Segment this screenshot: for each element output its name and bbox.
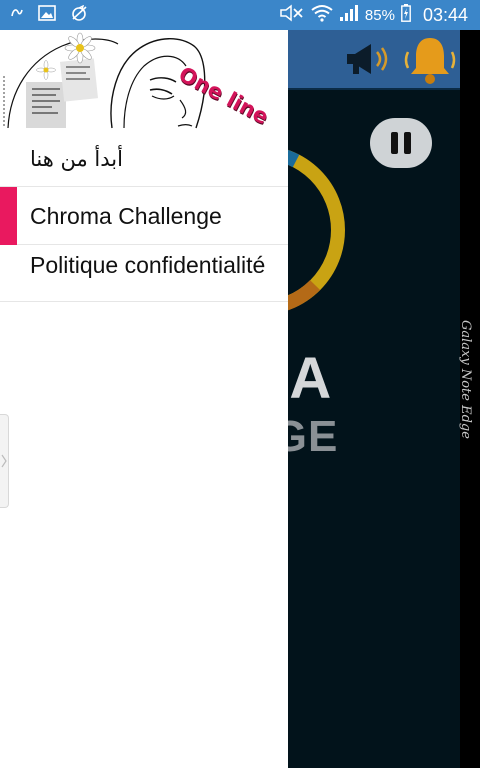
menu-item-label: أبدأ من هنا <box>30 147 123 171</box>
menu-item-label: Chroma Challenge <box>30 203 222 229</box>
clock: 03:44 <box>422 4 468 25</box>
drawer-menu: أبدأ من هنا Chroma Challenge Politique c… <box>0 130 288 302</box>
device-edge-label: Galaxy Note Edge <box>458 320 473 439</box>
drawer-handle[interactable] <box>0 414 9 508</box>
bell-icon[interactable] <box>400 34 460 93</box>
megaphone-icon[interactable] <box>343 40 393 83</box>
pause-button[interactable] <box>370 118 432 168</box>
battery-percent: 85% <box>364 6 395 24</box>
gallery-icon <box>38 4 56 26</box>
mute-icon <box>279 4 305 26</box>
active-indicator <box>0 187 17 245</box>
menu-item-start-here[interactable]: أبدأ من هنا <box>0 130 288 187</box>
wifi-icon <box>311 4 333 26</box>
signal-icon <box>339 4 359 26</box>
menu-item-chroma-challenge[interactable]: Chroma Challenge <box>0 187 288 245</box>
drawer-header: One line <box>0 30 288 130</box>
status-bar: 85% 03:44 <box>0 0 480 30</box>
menu-item-privacy-policy[interactable]: Politique confidentialité <box>0 245 288 302</box>
pause-icon <box>391 132 398 154</box>
sync-disabled-icon <box>70 4 90 26</box>
notification-app-icon <box>10 6 24 25</box>
battery-charging-icon <box>401 4 411 26</box>
navigation-drawer: One line أبدأ من هنا Chroma Challenge Po… <box>0 30 288 768</box>
menu-item-label: Politique confidentialité <box>30 252 266 278</box>
